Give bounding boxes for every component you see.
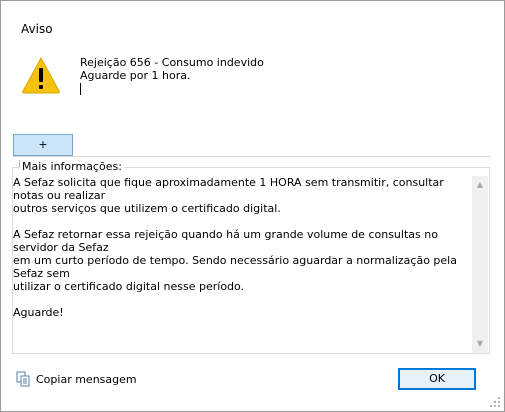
resize-grip-icon[interactable]	[489, 396, 501, 408]
copy-message-button[interactable]: Copiar mensagem	[16, 370, 137, 388]
scroll-up-arrow-icon[interactable]: ▲	[472, 178, 488, 192]
scroll-down-arrow-icon[interactable]: ▼	[472, 337, 488, 351]
text-caret	[80, 83, 81, 95]
message-line-1: Rejeição 656 - Consumo indevido	[80, 56, 264, 69]
message-line-2: Aguarde por 1 hora.	[80, 69, 191, 82]
copy-message-label: Copiar mensagem	[36, 372, 137, 386]
copy-icon	[16, 371, 30, 387]
dialog-title: Aviso	[21, 22, 53, 36]
details-text[interactable]: A Sefaz solicita que fique aproximadamen…	[13, 176, 472, 353]
warning-dialog: Aviso Rejeição 656 - Consumo indevido Ag…	[0, 0, 505, 412]
more-info-label: Mais informações:	[20, 160, 124, 173]
vertical-scrollbar[interactable]: ▲ ▼	[472, 176, 488, 353]
details-toggle-button[interactable]: + Detalhes	[13, 134, 73, 171]
ok-button[interactable]: OK	[398, 368, 476, 390]
warning-icon	[22, 56, 60, 94]
details-divider	[13, 156, 491, 157]
